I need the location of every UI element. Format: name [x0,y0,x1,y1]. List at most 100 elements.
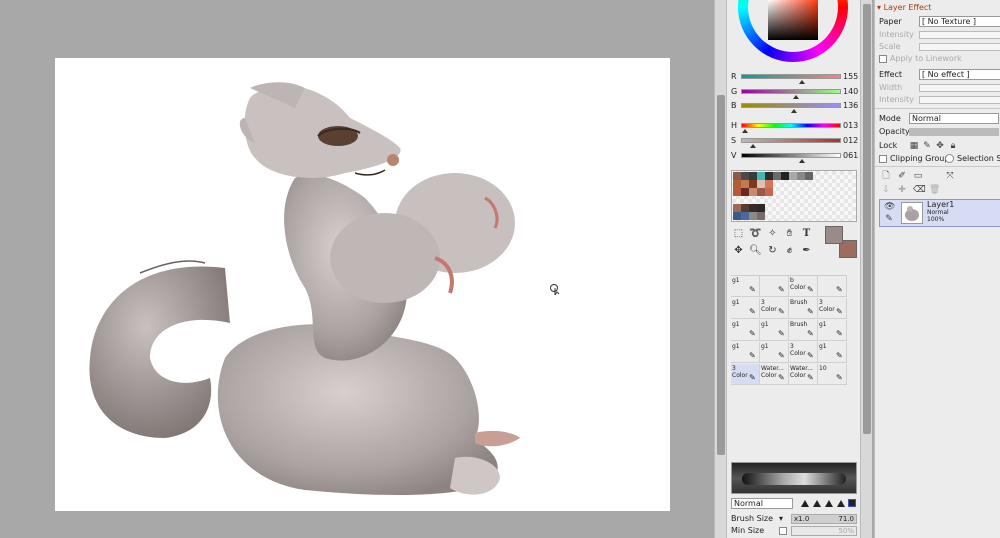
layer-move-icon[interactable]: ⤧ [945,171,955,181]
layer-effect-title[interactable]: ▾ Layer Effect [877,3,931,12]
brush-shape-icon[interactable] [837,500,845,507]
color-swatch[interactable] [757,204,765,212]
brush-slot[interactable]: Water... Color ✎ [789,364,818,385]
lock-icon[interactable]: 🔒︎ [948,141,958,151]
brush-slot[interactable]: Brush ✎ [789,298,818,319]
pencil-icon[interactable]: ✎ [884,214,894,224]
foreground-color[interactable] [825,226,843,244]
merge-down-icon[interactable]: ✚ [897,185,907,195]
color-slider-s[interactable]: S 012 [729,136,861,150]
color-swatch[interactable] [733,204,741,212]
color-swatch[interactable] [733,188,741,196]
brush-slot[interactable]: g1 ✎ [731,320,760,341]
color-swatch[interactable] [749,188,757,196]
brush-size-row[interactable]: Brush Size ▾ x1.0 71.0 [731,514,857,525]
color-wheel[interactable] [738,0,848,62]
slider-track[interactable] [741,74,841,79]
color-swatch[interactable] [733,212,741,220]
color-swatch[interactable] [765,188,773,196]
color-swatch[interactable] [749,172,757,180]
lock-paint-icon[interactable]: ✎ [922,141,932,151]
select-rect-icon[interactable]: ⬚ [731,226,746,241]
text-tool-icon[interactable]: T [799,226,814,241]
brush-group-header[interactable] [731,264,847,276]
intensity-slider[interactable] [919,31,1000,39]
scrollbar-thumb[interactable] [863,4,871,434]
brush-slot[interactable]: ✎ [818,276,847,297]
color-swatch[interactable] [773,172,781,180]
clear-layer-icon[interactable]: ⌫ [913,185,926,195]
transfer-down-icon[interactable]: ⇩ [881,185,891,195]
effect-select[interactable]: [ No effect ] [919,69,1000,80]
brush-slot[interactable]: g1 ✎ [731,342,760,363]
brush-slot[interactable]: 3 Color ✎ [818,298,847,319]
color-swatch[interactable] [805,172,813,180]
color-swatch[interactable] [757,212,765,220]
color-swatch[interactable] [741,212,749,220]
paper-texture-select[interactable]: [ No Texture ] [919,16,1000,27]
brush-slot[interactable]: b Color ✎ [789,276,818,297]
color-slider-b[interactable]: B 136 [729,101,861,115]
min-size-slider[interactable]: 50% [791,526,857,536]
canvas-vertical-scrollbar[interactable] [714,0,726,538]
slider-track[interactable] [741,123,841,128]
slider-track[interactable] [741,153,841,158]
slider-track[interactable] [741,138,841,143]
new-layer-icon[interactable]: 🗋︎ [881,171,891,181]
color-swatches[interactable] [731,170,857,222]
color-swatch[interactable] [741,188,749,196]
brush-slot[interactable]: 3 Color ✎ [789,342,818,363]
intensity2-slider[interactable] [919,96,1000,104]
grab-icon[interactable]: ✊︎ [782,243,797,258]
slider-knob[interactable] [799,159,805,163]
color-swatch[interactable] [765,180,773,188]
color-slider-v[interactable]: V 061 [729,151,861,165]
slider-knob[interactable] [793,95,799,99]
color-swatch[interactable] [749,212,757,220]
lock-transparency-icon[interactable]: ▦ [909,141,919,151]
chevron-down-icon[interactable]: ▾ [779,514,783,523]
delete-layer-icon[interactable]: 🗑︎ [929,185,940,195]
slider-knob[interactable] [791,109,797,113]
brush-slot[interactable]: 3 Color ✎ [731,364,760,385]
color-swatch[interactable] [741,172,749,180]
paper-canvas[interactable] [55,58,670,511]
lock-move-icon[interactable]: ✥ [935,141,945,151]
lasso-icon[interactable]: ➰ [748,226,763,241]
clipping-group-checkbox[interactable] [879,154,887,163]
color-swatch[interactable] [789,172,797,180]
color-swatch[interactable] [781,172,789,180]
brush-shape-icon[interactable] [813,500,821,507]
scale-slider[interactable] [919,43,1000,51]
scrollbar-thumb[interactable] [717,95,725,455]
color-swatch[interactable] [765,172,773,180]
brush-slot[interactable]: Water... Color ✎ [760,364,789,385]
magic-wand-icon[interactable]: ✧ [765,226,780,241]
brush-slot[interactable]: ✎ [760,276,789,297]
min-size-row[interactable]: Min Size 50% [731,526,857,537]
move-icon[interactable]: ✥ [731,243,746,258]
width-slider[interactable] [919,84,1000,92]
color-swatch[interactable] [741,204,749,212]
saturation-value-box[interactable] [768,0,818,40]
brush-slot[interactable]: Brush ✎ [789,320,818,341]
eyedropper-icon[interactable]: ✒ [799,243,814,258]
slider-track[interactable] [741,103,841,108]
panel-vertical-scrollbar[interactable] [860,0,872,538]
brush-slot[interactable]: 3 Color ✎ [760,298,789,319]
brush-slot[interactable]: g1 ✎ [818,320,847,341]
hand-move-icon[interactable]: ✋︎ [782,226,797,241]
color-slider-r[interactable]: R 155 [729,72,861,86]
slider-track[interactable] [741,89,841,94]
brush-slot[interactable]: 10 ✎ [818,364,847,385]
brush-shape-square-icon[interactable] [848,499,856,507]
new-folder-icon[interactable]: ▭ [913,171,923,181]
min-size-checkbox[interactable] [779,527,787,535]
brush-shape-icon[interactable] [801,500,809,507]
brush-slot[interactable]: g1 ✎ [731,298,760,319]
color-swatch[interactable] [749,204,757,212]
slider-knob[interactable] [799,80,805,84]
color-swatch[interactable] [797,172,805,180]
color-swatch[interactable] [757,172,765,180]
color-swatch[interactable] [733,180,741,188]
